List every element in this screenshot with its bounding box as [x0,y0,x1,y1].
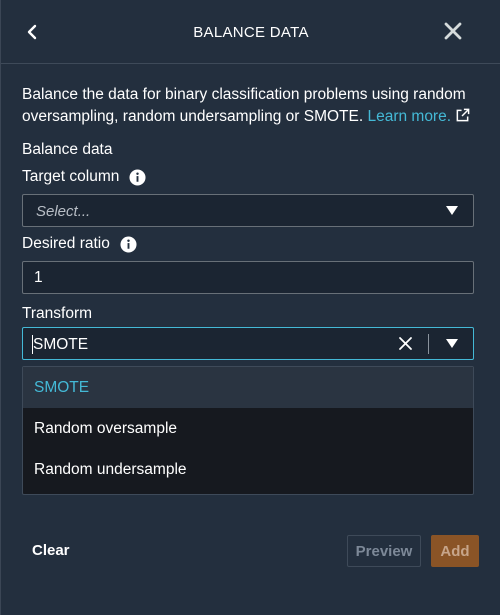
target-column-placeholder: Select... [36,203,91,220]
info-icon[interactable] [120,235,137,253]
learn-more-link[interactable]: Learn more. [367,108,451,125]
dropdown-option-random-oversample[interactable]: Random oversample [23,408,473,449]
external-link-icon[interactable] [455,108,470,123]
panel-title: BALANCE DATA [193,24,309,41]
transform-dropdown: SMOTE Random oversample Random undersamp… [22,366,474,495]
desired-ratio-label-row: Desired ratio [22,235,137,253]
add-button[interactable]: Add [431,535,479,567]
panel-header: BALANCE DATA [1,0,500,64]
description: Balance the data for binary classificati… [22,84,482,128]
transform-label-row: Transform [22,305,92,323]
clear-selection-icon[interactable] [397,335,414,352]
transform-select[interactable]: SMOTE [22,327,474,360]
section-label: Balance data [22,141,113,158]
target-column-label-row: Target column [22,168,146,186]
balance-data-panel: BALANCE DATA Balance the data for binary… [0,0,500,615]
target-column-label: Target column [22,168,120,185]
transform-value: SMOTE [33,336,89,353]
dropdown-option-smote[interactable]: SMOTE [23,367,473,408]
dropdown-option-random-undersample[interactable]: Random undersample [23,449,473,490]
select-divider [428,334,429,354]
target-column-select[interactable]: Select... [22,194,474,227]
preview-button[interactable]: Preview [347,535,421,567]
desired-ratio-input[interactable] [22,261,474,294]
info-icon[interactable] [129,168,146,186]
close-icon[interactable] [441,19,465,43]
desired-ratio-label: Desired ratio [22,235,110,252]
clear-button[interactable]: Clear [32,542,70,559]
caret-down-icon[interactable] [446,206,458,215]
transform-label: Transform [22,305,93,322]
caret-down-icon[interactable] [446,339,458,348]
